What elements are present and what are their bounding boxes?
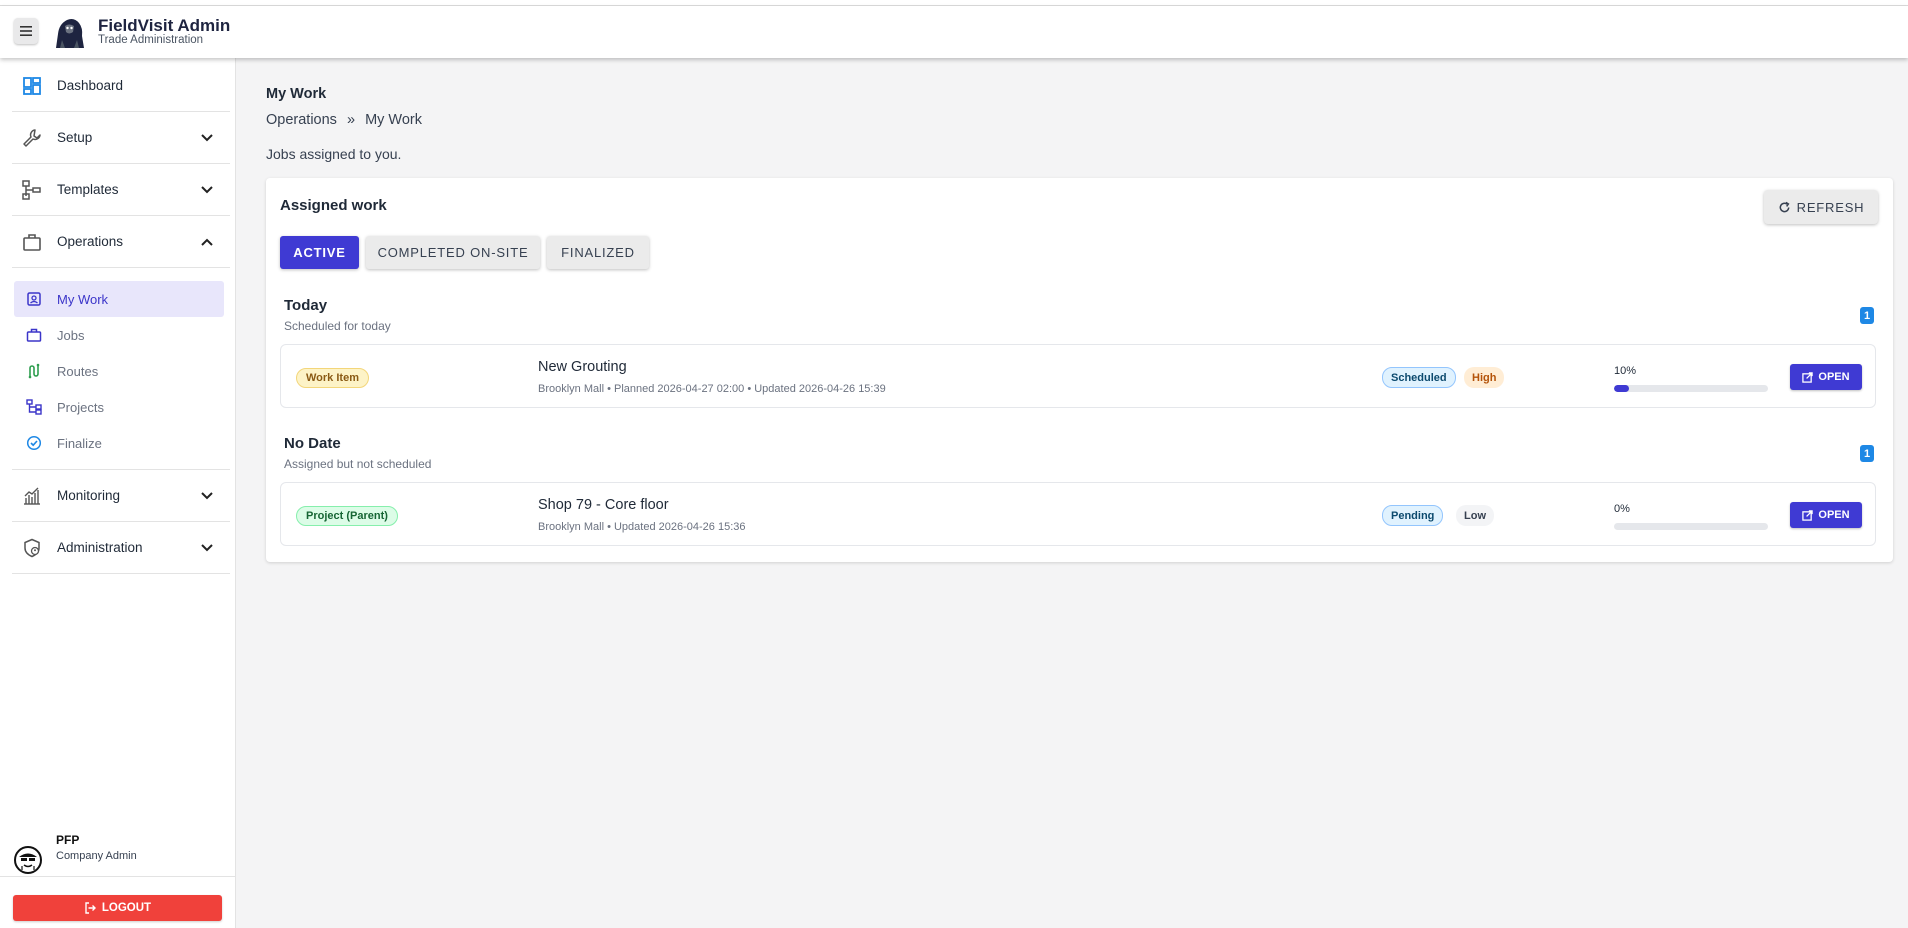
section-title-today: Today xyxy=(284,297,328,314)
chevron-down-icon xyxy=(201,544,213,552)
breadcrumb-separator: » xyxy=(346,112,356,128)
sidebar-subitem-label: Routes xyxy=(57,363,99,379)
breadcrumb-current: My Work xyxy=(365,112,423,128)
chevron-up-icon xyxy=(201,238,213,246)
avatar-face-icon xyxy=(17,849,39,871)
tab-completed-on-site[interactable]: COMPLETED ON-SITE xyxy=(366,236,540,269)
app-subtitle: Trade Administration xyxy=(98,34,204,46)
progress-label: 0% xyxy=(1614,503,1630,515)
user-divider xyxy=(0,876,236,877)
assigned-work-card: Assigned work REFRESH ACTIVE COMPLETED O… xyxy=(266,178,1893,562)
chevron-down-icon xyxy=(201,492,213,500)
badge-icon xyxy=(27,292,41,306)
open-label: OPEN xyxy=(1818,371,1850,383)
page-title: My Work xyxy=(266,86,327,102)
type-chip: Work Item xyxy=(296,368,369,388)
sidebar-item-label: Operations xyxy=(57,234,124,249)
sidebar-subitem-my-work[interactable]: My Work xyxy=(14,281,224,317)
list-item: Work Item New Grouting Brooklyn Mall • P… xyxy=(280,344,1876,408)
hamburger-icon xyxy=(20,26,32,36)
external-link-icon xyxy=(1802,509,1814,521)
breadcrumb: Operations » My Work xyxy=(266,112,428,128)
user-role: Company Admin xyxy=(56,850,137,862)
chart-icon xyxy=(24,487,40,505)
sidebar-item-operations[interactable]: Operations xyxy=(12,216,230,268)
sidebar-subitem-routes[interactable]: Routes xyxy=(14,353,224,389)
wrench-icon xyxy=(23,129,41,147)
route-icon xyxy=(28,363,40,379)
section-title-no-date: No Date xyxy=(284,435,341,452)
app-header: FieldVisit Admin Trade Administration xyxy=(0,6,1908,58)
shield-user-icon xyxy=(24,538,40,558)
tree-icon xyxy=(26,399,42,415)
sidebar-item-label: Setup xyxy=(57,130,93,145)
card-title: Assigned work xyxy=(280,197,387,214)
sidebar-item-label: Dashboard xyxy=(57,78,124,93)
chevron-down-icon xyxy=(201,134,213,142)
sidebar-item-monitoring[interactable]: Monitoring xyxy=(12,470,230,522)
sidebar-item-administration[interactable]: Administration xyxy=(12,522,230,574)
section-count-badge: 1 xyxy=(1860,307,1874,324)
section-subtitle-no-date: Assigned but not scheduled xyxy=(284,457,432,471)
dashboard-icon xyxy=(23,77,41,95)
chevron-down-icon xyxy=(201,186,213,194)
logout-label: LOGOUT xyxy=(101,902,152,914)
briefcase-icon xyxy=(23,234,41,251)
progress-label: 10% xyxy=(1614,365,1637,377)
gorilla-logo-icon xyxy=(56,19,84,48)
open-label: OPEN xyxy=(1818,509,1850,521)
priority-badge: High xyxy=(1464,367,1505,388)
breadcrumb-link-operations[interactable]: Operations xyxy=(266,112,337,128)
sidebar-subitem-label: Projects xyxy=(57,399,104,415)
sidebar-subitem-label: My Work xyxy=(57,291,109,307)
priority-badge: Low xyxy=(1456,505,1494,526)
job-title: New Grouting xyxy=(538,359,627,375)
user-name: PFP xyxy=(56,833,80,847)
hierarchy-icon xyxy=(22,180,41,200)
logout-button[interactable]: LOGOUT xyxy=(13,895,222,921)
sidebar-item-label: Templates xyxy=(57,182,119,197)
section-count-badge: 1 xyxy=(1860,445,1874,462)
section-subtitle-today: Scheduled for today xyxy=(284,319,391,333)
sidebar-item-templates[interactable]: Templates xyxy=(12,164,230,216)
sidebar-item-label: Administration xyxy=(57,540,143,555)
sidebar-subitem-label: Finalize xyxy=(57,435,102,451)
open-button[interactable]: OPEN xyxy=(1790,502,1862,528)
sidebar-subitem-projects[interactable]: Projects xyxy=(14,389,224,425)
sidebar-subitem-finalize[interactable]: Finalize xyxy=(14,425,224,461)
sidebar-subitem-jobs[interactable]: Jobs xyxy=(14,317,224,353)
sidebar-item-setup[interactable]: Setup xyxy=(12,112,230,164)
refresh-label: REFRESH xyxy=(1796,199,1865,215)
progress-bar xyxy=(1614,523,1768,530)
refresh-icon xyxy=(1779,201,1790,212)
status-badge: Scheduled xyxy=(1382,367,1456,388)
tab-finalized[interactable]: FINALIZED xyxy=(547,236,649,269)
progress-bar-fill xyxy=(1614,385,1630,392)
progress-bar xyxy=(1614,385,1768,392)
list-item: Project (Parent) Shop 79 - Core floor Br… xyxy=(280,482,1876,546)
external-link-icon xyxy=(1802,371,1814,383)
page-description: Jobs assigned to you. xyxy=(266,146,402,162)
logout-icon xyxy=(85,902,96,914)
menu-toggle-button[interactable] xyxy=(14,18,38,44)
check-circle-icon xyxy=(26,435,42,451)
job-meta: Brooklyn Mall • Updated 2026-04-26 15:36 xyxy=(538,521,746,533)
open-button[interactable]: OPEN xyxy=(1790,364,1862,390)
tab-active[interactable]: ACTIVE xyxy=(280,236,359,269)
briefcase-icon xyxy=(26,328,42,342)
sidebar-item-label: Monitoring xyxy=(57,488,121,503)
job-meta: Brooklyn Mall • Planned 2026-04-27 02:00… xyxy=(538,383,886,395)
sidebar: Dashboard Setup Templates Operations My … xyxy=(0,58,236,928)
refresh-button[interactable]: REFRESH xyxy=(1764,190,1878,224)
sidebar-subitem-label: Jobs xyxy=(57,327,85,343)
avatar xyxy=(14,846,42,874)
app-title: FieldVisit Admin xyxy=(98,16,231,35)
sidebar-item-dashboard[interactable]: Dashboard xyxy=(12,60,230,112)
job-title: Shop 79 - Core floor xyxy=(538,497,669,513)
status-badge: Pending xyxy=(1382,505,1444,526)
type-chip: Project (Parent) xyxy=(296,506,398,526)
